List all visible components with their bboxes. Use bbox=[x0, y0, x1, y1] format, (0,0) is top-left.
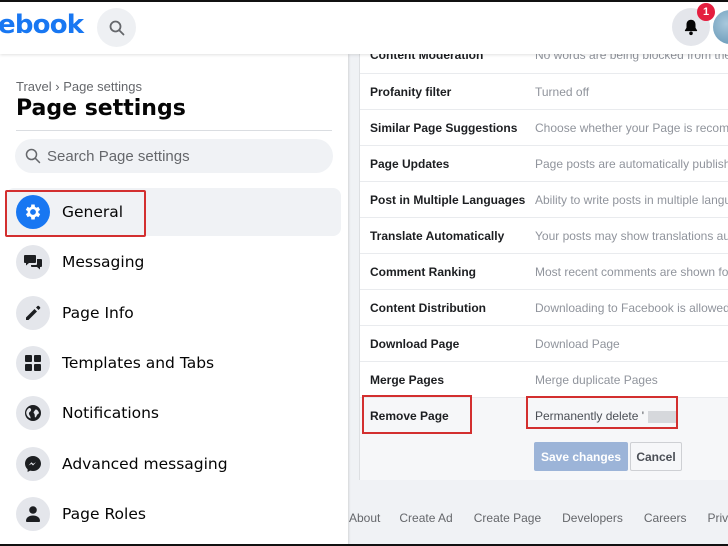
setting-name: Similar Page Suggestions bbox=[370, 121, 518, 135]
setting-value: Your posts may show translations aut bbox=[535, 229, 728, 243]
page-title: Page settings bbox=[16, 96, 186, 121]
settings-row[interactable]: Comment Ranking Most recent comments are… bbox=[360, 253, 728, 290]
search-icon bbox=[25, 148, 41, 164]
bell-icon bbox=[684, 19, 698, 36]
search-input[interactable] bbox=[47, 147, 307, 165]
top-navigation-bar: ebook 1 bbox=[0, 0, 728, 54]
sidebar-item-label: Messaging bbox=[62, 253, 145, 272]
facebook-logo[interactable]: ebook bbox=[0, 10, 84, 40]
settings-row[interactable]: Translate Automatically Your posts may s… bbox=[360, 217, 728, 254]
setting-name: Content Distribution bbox=[370, 301, 486, 315]
setting-name: Merge Pages bbox=[370, 373, 445, 387]
setting-value: Download Page bbox=[535, 337, 620, 351]
setting-value: Turned off bbox=[535, 85, 590, 99]
setting-name: Translate Automatically bbox=[370, 229, 505, 243]
sidebar-item-messaging[interactable]: Messaging bbox=[0, 237, 348, 287]
setting-value: Ability to write posts in multiple langu… bbox=[535, 193, 728, 207]
settings-row[interactable]: Merge Pages Merge duplicate Pages bbox=[360, 361, 728, 398]
settings-row[interactable]: Download Page Download Page bbox=[360, 325, 728, 362]
footer-link-careers[interactable]: Careers bbox=[644, 511, 687, 525]
pencil-icon bbox=[16, 295, 50, 330]
chat-bubbles-icon bbox=[16, 245, 50, 280]
settings-row[interactable]: Content Distribution Downloading to Face… bbox=[360, 289, 728, 326]
highlight-remove-page-value bbox=[526, 396, 678, 429]
setting-name: Profanity filter bbox=[370, 85, 452, 99]
setting-name: Page Updates bbox=[370, 157, 450, 171]
footer-link-privacy[interactable]: Privacy bbox=[708, 511, 728, 525]
search-icon bbox=[109, 20, 124, 35]
save-changes-button[interactable]: Save changes bbox=[534, 442, 628, 471]
breadcrumb[interactable]: Travel › Page settings bbox=[16, 79, 142, 94]
sidebar-item-templates-and-tabs[interactable]: Templates and Tabs bbox=[0, 338, 348, 388]
footer-link-about[interactable]: About bbox=[349, 511, 380, 525]
sidebar-item-label: Advanced messaging bbox=[62, 454, 228, 473]
search-button[interactable] bbox=[97, 8, 136, 47]
footer-link-developers[interactable]: Developers bbox=[562, 511, 623, 525]
cancel-button[interactable]: Cancel bbox=[630, 442, 682, 471]
grid-icon bbox=[16, 346, 50, 381]
setting-value: Downloading to Facebook is allowed. bbox=[535, 301, 728, 315]
settings-row[interactable]: Profanity filter Turned off bbox=[360, 73, 728, 110]
settings-search[interactable] bbox=[15, 139, 333, 173]
footer-link-create-ad[interactable]: Create Ad bbox=[399, 511, 452, 525]
globe-icon bbox=[16, 396, 50, 431]
sidebar-item-label: Templates and Tabs bbox=[62, 354, 215, 373]
highlight-general bbox=[5, 190, 146, 237]
settings-sidebar: Travel › Page settings Page settings Gen… bbox=[0, 54, 348, 546]
setting-name: Download Page bbox=[370, 337, 460, 351]
sidebar-item-page-roles[interactable]: Page Roles bbox=[0, 489, 348, 539]
setting-name: Post in Multiple Languages bbox=[370, 193, 526, 207]
footer-link-create-page[interactable]: Create Page bbox=[474, 511, 541, 525]
sidebar-item-notifications[interactable]: Notifications bbox=[0, 388, 348, 438]
sidebar-item-page-info[interactable]: Page Info bbox=[0, 288, 348, 338]
messenger-icon bbox=[16, 446, 50, 481]
settings-row[interactable]: Post in Multiple Languages Ability to wr… bbox=[360, 181, 728, 218]
profile-avatar[interactable] bbox=[713, 10, 728, 44]
setting-value: Most recent comments are shown for bbox=[535, 265, 728, 279]
setting-value: Choose whether your Page is recomm bbox=[535, 121, 728, 135]
sidebar-item-label: Notifications bbox=[62, 404, 160, 423]
sidebar-item-advanced-messaging[interactable]: Advanced messaging bbox=[0, 438, 348, 488]
sidebar-item-label: Page Info bbox=[62, 303, 134, 322]
settings-row[interactable]: Page Updates Page posts are automaticall… bbox=[360, 145, 728, 182]
sidebar-item-label: Page Roles bbox=[62, 504, 146, 523]
highlight-remove-page-label bbox=[362, 395, 472, 434]
divider bbox=[16, 130, 332, 131]
setting-value: Page posts are automatically publishe bbox=[535, 157, 728, 171]
footer-links: About Create Ad Create Page Developers C… bbox=[349, 511, 728, 525]
notification-badge: 1 bbox=[697, 3, 715, 21]
setting-value: Merge duplicate Pages bbox=[535, 373, 658, 387]
settings-nav: General Messaging Page Info Templates an… bbox=[0, 187, 348, 539]
settings-row[interactable]: Similar Page Suggestions Choose whether … bbox=[360, 109, 728, 146]
person-icon bbox=[16, 496, 50, 531]
setting-name: Comment Ranking bbox=[370, 265, 477, 279]
